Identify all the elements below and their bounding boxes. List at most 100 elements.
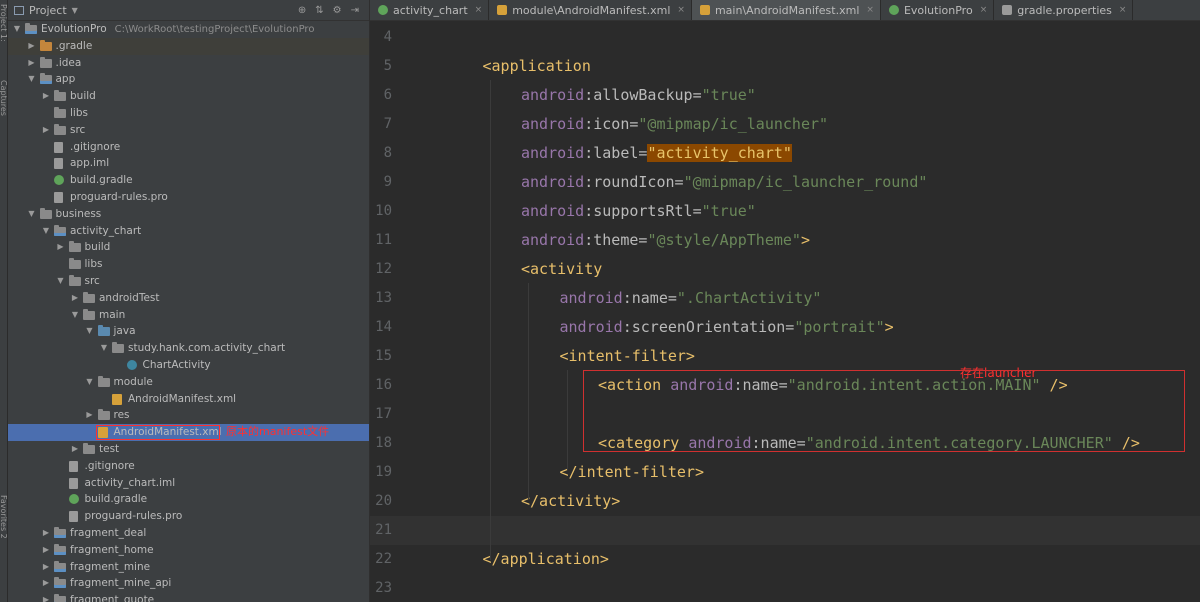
gear-icon[interactable]: ⚙ [333, 5, 342, 16]
close-icon[interactable]: × [677, 5, 685, 15]
tree-item[interactable]: libs [8, 256, 369, 273]
tree-item[interactable]: ▼ study.hank.com.activity_chart [8, 340, 369, 357]
code-line[interactable]: 14 android:screenOrientation="portrait"> [370, 313, 1200, 342]
code-line[interactable]: 21 [370, 516, 1200, 545]
tree-item[interactable]: ▶ src [8, 122, 369, 139]
code-line[interactable]: 5 <application [370, 52, 1200, 81]
chevron-right-icon[interactable]: ▶ [28, 38, 36, 55]
tree-item[interactable]: ▼ app [8, 71, 369, 88]
tree-item[interactable]: ▼ module [8, 374, 369, 391]
chevron-right-icon[interactable]: ▶ [42, 122, 50, 139]
code-line[interactable]: 22 </application> [370, 545, 1200, 574]
tree-item[interactable]: ▶ fragment_mine_api [8, 575, 369, 592]
chevron-right-icon[interactable]: ▶ [28, 55, 36, 72]
tree-item[interactable]: ▶ fragment_quote [8, 592, 369, 602]
code-area[interactable]: 23 22 </application> 21 20 </activity> 19 </int… [370, 22, 1200, 602]
project-tool-label[interactable]: Project 1: [0, 4, 8, 42]
code-line[interactable]: 19 </intent-filter> [370, 458, 1200, 487]
close-icon[interactable]: × [980, 5, 988, 15]
chevron-down-icon[interactable]: ▼ [100, 340, 108, 357]
tree-item[interactable]: AndroidManifest.xml 原本的manifest文件 [8, 424, 369, 441]
code-token: :theme= [584, 231, 648, 249]
code-line[interactable]: 10 android:supportsRtl="true" [370, 197, 1200, 226]
code-line[interactable]: 11 android:theme="@style/AppTheme"> [370, 226, 1200, 255]
tree-item[interactable]: build.gradle [8, 491, 369, 508]
chevron-down-icon[interactable]: ▼ [28, 206, 36, 223]
tree-item[interactable]: proguard-rules.pro [8, 508, 369, 525]
captures-tool-label[interactable]: Captures [0, 80, 8, 116]
tree-item[interactable]: ▶ fragment_mine [8, 559, 369, 576]
chevron-right-icon[interactable]: ▶ [42, 542, 50, 559]
scroll-from-source-icon[interactable]: ⊕ [298, 5, 306, 16]
tree-item[interactable]: ▶ .idea [8, 55, 369, 72]
code-token: "activity_chart" [647, 144, 792, 162]
tree-item[interactable]: ▼ business [8, 206, 369, 223]
project-tree[interactable]: ▼ EvolutionPro C:\WorkRoot\testingProject\… [8, 21, 369, 602]
tree-item[interactable]: libs [8, 105, 369, 122]
chevron-right-icon[interactable]: ▶ [42, 88, 50, 105]
chevron-down-icon[interactable]: ▼ [28, 71, 36, 88]
tree-item[interactable]: proguard-rules.pro [8, 189, 369, 206]
code-text: <activity [521, 255, 602, 284]
tree-item[interactable]: ▶ fragment_deal [8, 525, 369, 542]
chevron-down-icon[interactable]: ▼ [13, 21, 21, 38]
tree-item[interactable]: ▼ main [8, 307, 369, 324]
hide-panel-icon[interactable]: ⇥ [351, 5, 359, 16]
close-icon[interactable]: × [866, 5, 874, 15]
editor-tab[interactable]: gradle.properties × [994, 0, 1134, 20]
chevron-right-icon[interactable]: ▶ [71, 441, 79, 458]
collapse-all-icon[interactable]: ⇅ [315, 5, 323, 16]
tree-item[interactable]: ▶ .gradle [8, 37, 369, 55]
editor-tab[interactable]: main\AndroidManifest.xml × [691, 0, 881, 20]
tree-item[interactable]: activity_chart.iml [8, 475, 369, 492]
code-line[interactable]: 20 </activity> [370, 487, 1200, 516]
code-line[interactable]: 9 android:roundIcon="@mipmap/ic_launcher_… [370, 168, 1200, 197]
editor-tab[interactable]: module\AndroidManifest.xml × [489, 0, 692, 20]
chevron-right-icon[interactable]: ▶ [86, 407, 94, 424]
tree-item[interactable]: ▶ androidTest [8, 290, 369, 307]
tree-item[interactable]: ▼ src [8, 273, 369, 290]
project-panel-title[interactable]: Project [29, 4, 67, 17]
chevron-down-icon[interactable]: ▼ [86, 374, 94, 391]
chevron-right-icon[interactable]: ▶ [42, 575, 50, 592]
close-icon[interactable]: × [475, 5, 483, 15]
code-line[interactable]: 15 <intent-filter> [370, 342, 1200, 371]
editor-tab[interactable]: activity_chart × [370, 0, 490, 20]
code-line[interactable]: 8 android:label="activity_chart" [370, 139, 1200, 168]
tree-item[interactable]: AndroidManifest.xml [8, 391, 369, 408]
chevron-right-icon[interactable]: ▶ [71, 290, 79, 307]
chevron-down-icon[interactable]: ▼ [42, 223, 50, 240]
code-line[interactable]: 7 android:icon="@mipmap/ic_launcher" [370, 110, 1200, 139]
tree-item[interactable]: build.gradle [8, 172, 369, 189]
chevron-down-icon[interactable]: ▼ [86, 323, 94, 340]
project-panel: Project ▼ ⊕ ⇅ ⚙ ⇥ ▼ EvolutionPro C:\WorkRo… [8, 0, 369, 602]
tree-item[interactable]: ▶ build [8, 239, 369, 256]
code-editor[interactable]: activity_chart × module\AndroidManifest.xm… [369, 0, 1200, 602]
editor-tab[interactable]: EvolutionPro × [881, 0, 995, 20]
chevron-down-icon[interactable]: ▼ [57, 273, 65, 290]
chevron-right-icon[interactable]: ▶ [42, 525, 50, 542]
tree-item[interactable]: ▼ activity_chart [8, 223, 369, 240]
tree-item[interactable]: .gitignore [8, 139, 369, 156]
close-icon[interactable]: × [1119, 5, 1127, 15]
chevron-down-icon[interactable]: ▼ [71, 307, 79, 324]
tree-item[interactable]: .gitignore [8, 458, 369, 475]
tree-item[interactable]: app.iml [8, 155, 369, 172]
code-line[interactable]: 6 android:allowBackup="true" [370, 81, 1200, 110]
tree-item[interactable]: ChartActivity [8, 357, 369, 374]
code-line[interactable]: 12 <activity [370, 255, 1200, 284]
tree-item[interactable]: ▶ fragment_home [8, 542, 369, 559]
code-line[interactable]: 13 android:name=".ChartActivity" [370, 284, 1200, 313]
tree-item[interactable]: ▼ java [8, 323, 369, 340]
chevron-right-icon[interactable]: ▶ [57, 239, 65, 256]
code-line[interactable]: 4 [370, 23, 1200, 52]
code-line[interactable]: 23 [370, 574, 1200, 602]
chevron-right-icon[interactable]: ▶ [42, 559, 50, 576]
chevron-down-icon[interactable]: ▼ [72, 6, 78, 15]
chevron-right-icon[interactable]: ▶ [42, 592, 50, 602]
tree-item[interactable]: ▶ res [8, 407, 369, 424]
favorites-tool-label[interactable]: Favorites 2 [0, 495, 8, 539]
tree-item[interactable]: ▶ build [8, 88, 369, 105]
tree-item[interactable]: ▼ EvolutionPro C:\WorkRoot\testingProject\… [8, 21, 369, 38]
tree-item[interactable]: ▶ test [8, 441, 369, 458]
